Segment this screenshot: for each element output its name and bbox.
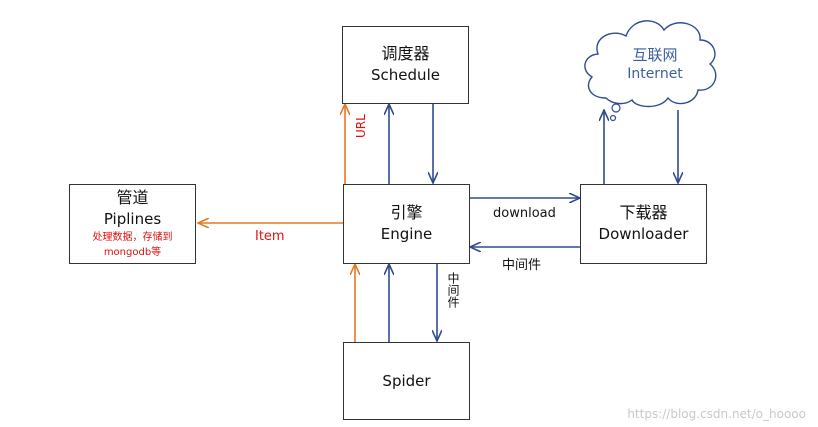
cloud-dot-large: [611, 103, 621, 113]
cloud-dot-small: [609, 114, 617, 122]
spider-box: Spider: [343, 342, 470, 420]
downloader-box: 下载器 Downloader: [580, 184, 707, 264]
scheduler-en-label: Schedule: [371, 66, 440, 84]
middleware-label-vertical: 中间件: [446, 272, 460, 308]
engine-cn-label: 引擎: [390, 203, 423, 222]
scheduler-cn-label: 调度器: [381, 44, 430, 63]
engine-box: 引擎 Engine: [343, 184, 470, 264]
downloader-en-label: Downloader: [598, 225, 689, 243]
pipelines-note-line2: mongodb等: [103, 247, 162, 258]
pipelines-box: 管道 Piplines 处理数据，存储到 mongodb等: [69, 184, 196, 264]
spider-label: Spider: [382, 372, 431, 390]
scheduler-box: 调度器 Schedule: [342, 26, 469, 104]
download-label: download: [493, 206, 556, 221]
middleware-label-horizontal: 中间件: [502, 258, 542, 273]
pipelines-en-label: Piplines: [103, 210, 162, 228]
item-label: Item: [255, 229, 285, 244]
pipelines-cn-label: 管道: [116, 188, 149, 207]
engine-en-label: Engine: [380, 225, 433, 243]
pipelines-note-line1: 处理数据，存储到: [92, 232, 173, 243]
internet-en-label: Internet: [627, 66, 683, 82]
watermark: https://blog.csdn.net/o_hoooo: [627, 407, 806, 421]
internet-cn-label: 互联网: [632, 46, 678, 64]
downloader-cn-label: 下载器: [619, 203, 668, 222]
url-label: URL: [354, 114, 368, 138]
scrapy-architecture-diagram: 调度器 Schedule 引擎 Engine 下载器 Downloader 管道…: [0, 0, 818, 427]
